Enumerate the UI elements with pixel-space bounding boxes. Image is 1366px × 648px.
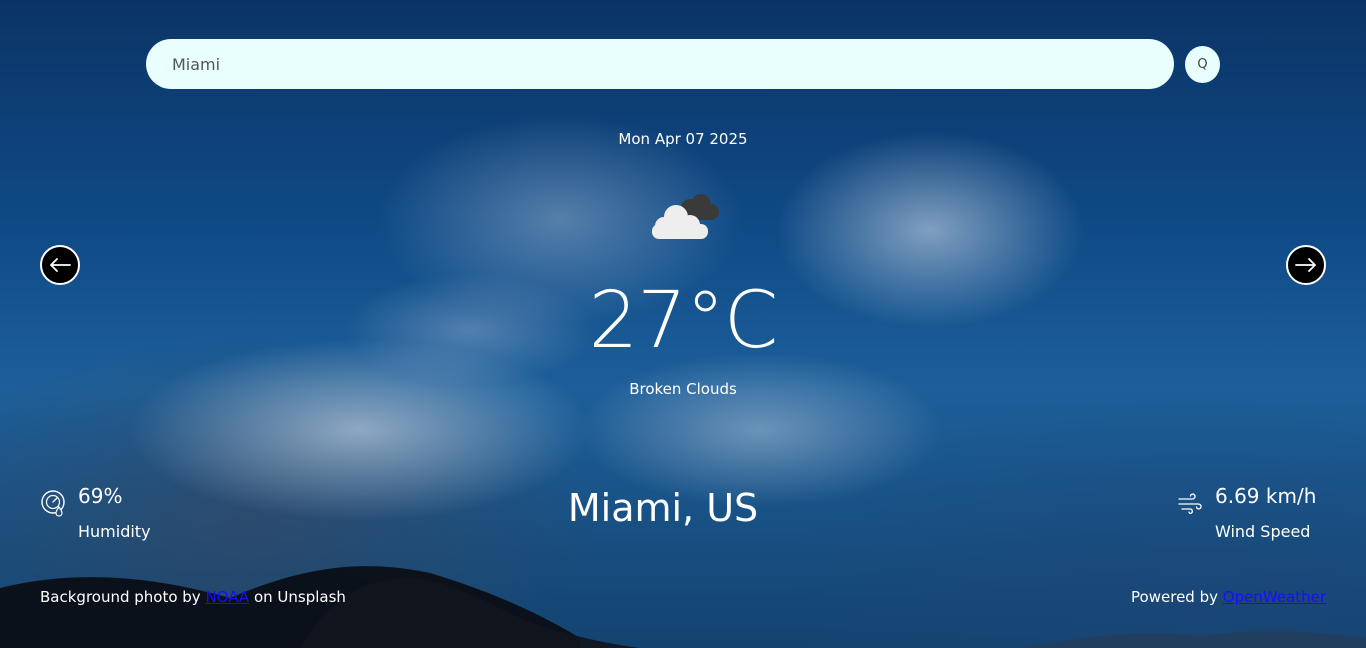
api-credit: Powered by OpenWeather bbox=[1131, 588, 1326, 606]
arrow-left-icon bbox=[50, 258, 71, 272]
photo-credit: Background photo by NOAA on Unsplash bbox=[40, 588, 346, 606]
arrow-right-icon bbox=[1295, 258, 1316, 272]
api-credit-prefix: Powered by bbox=[1131, 588, 1223, 606]
search-input[interactable] bbox=[146, 39, 1174, 89]
previous-button[interactable] bbox=[40, 245, 80, 285]
weather-page: Q Mon Apr 07 2025 27°C Broken Clouds Mia… bbox=[0, 0, 1366, 648]
openweather-link[interactable]: OpenWeather bbox=[1223, 588, 1326, 606]
humidity-value: 69% bbox=[78, 484, 123, 508]
humidity-gauge-icon bbox=[41, 490, 65, 517]
humidity-label: Humidity bbox=[78, 522, 151, 541]
wind-icon bbox=[1178, 493, 1202, 515]
location-name: Miami, US bbox=[567, 486, 759, 530]
current-date: Mon Apr 07 2025 bbox=[618, 130, 748, 148]
photo-credit-suffix: on Unsplash bbox=[249, 588, 346, 606]
wind-speed-value: 6.69 km/h bbox=[1215, 484, 1317, 508]
weather-condition: Broken Clouds bbox=[629, 380, 737, 398]
wind-speed-label: Wind Speed bbox=[1215, 522, 1311, 541]
search-button[interactable]: Q bbox=[1185, 46, 1220, 83]
search-button-label: Q bbox=[1197, 57, 1208, 72]
temperature-display: 27°C bbox=[588, 276, 779, 366]
broken-clouds-icon bbox=[652, 194, 719, 239]
next-button[interactable] bbox=[1286, 245, 1326, 285]
photo-credit-prefix: Background photo by bbox=[40, 588, 206, 606]
photographer-link[interactable]: NOAA bbox=[205, 588, 249, 606]
